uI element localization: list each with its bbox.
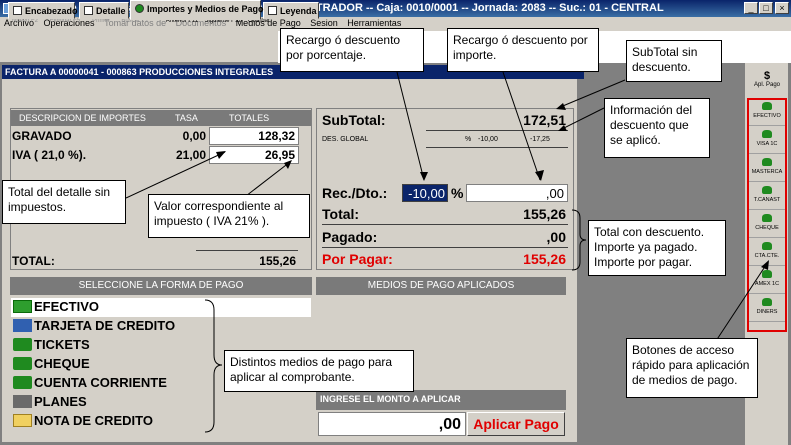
callout-total-desc: Total con descuento. Importe ya pagado. …	[588, 220, 726, 276]
money-icon	[762, 214, 772, 222]
list-icon	[84, 6, 93, 15]
gravado-total: 128,32	[209, 127, 299, 145]
col-totales: TOTALES	[229, 113, 270, 123]
form-icon	[13, 6, 22, 15]
porpagar-value: 155,26	[523, 251, 566, 267]
pagado-label: Pagado:	[322, 229, 378, 245]
money-icon	[135, 4, 144, 13]
des-importe-value: -17,25	[530, 136, 550, 143]
minimize-button[interactable]: _	[744, 2, 758, 14]
total-label-right: Total:	[322, 206, 360, 222]
money-icon	[762, 298, 772, 306]
callout-total-detalle: Total del detalle sin impuestos.	[2, 180, 126, 224]
tab-leyenda[interactable]: Leyenda	[263, 2, 319, 19]
gravado-label: GRAVADO	[12, 129, 72, 143]
money-icon	[762, 158, 772, 166]
total-label: TOTAL:	[12, 254, 55, 268]
pago-efectivo[interactable]: EFECTIVO	[13, 298, 99, 317]
aplicar-pago-button[interactable]: Aplicar Pago	[467, 412, 565, 436]
subtotal-value: 172,51	[523, 112, 566, 128]
des-line	[426, 147, 568, 148]
apl-pago-button[interactable]: $ Apl. Pago	[748, 70, 786, 96]
plans-icon	[13, 395, 32, 408]
money-icon	[762, 186, 772, 194]
porpagar-label: Por Pagar:	[322, 251, 393, 267]
recdto-label: Rec./Dto.:	[322, 185, 388, 201]
tab-encabezado[interactable]: Encabezado	[8, 2, 78, 19]
pagado-value: ,00	[546, 229, 566, 245]
callout-info-desc: Información del descuento que se aplicó.	[604, 98, 710, 158]
callout-medios: Distintos medios de pago para aplicar al…	[224, 350, 414, 392]
card-icon	[13, 319, 32, 332]
recdto-importe-input[interactable]: ,00	[466, 184, 568, 202]
maximize-button[interactable]: □	[759, 2, 773, 14]
callout-valor-iva: Valor correspondiente al impuesto ( IVA …	[148, 194, 310, 238]
total-value-right: 155,26	[523, 206, 566, 222]
ingrese-monto-label: INGRESE EL MONTO A APLICAR	[316, 390, 566, 410]
pct-sign: %	[451, 185, 464, 201]
quick-mastercard[interactable]: MASTERCA	[749, 156, 785, 182]
pagado-line	[322, 247, 568, 248]
money-icon	[762, 130, 772, 138]
tab-strip	[2, 79, 577, 99]
folder-icon	[13, 414, 32, 427]
des-pct-sign: %	[465, 136, 472, 143]
quick-diners[interactable]: DINERS	[749, 296, 785, 322]
quick-amex[interactable]: AMEX 1C	[749, 268, 785, 294]
money-icon	[762, 242, 772, 250]
money-icon	[762, 102, 772, 110]
pago-tickets[interactable]: TICKETS	[13, 336, 90, 355]
tab-detalle[interactable]: Detalle	[79, 2, 129, 19]
iva-total: 26,95	[209, 146, 299, 164]
pago-cheque[interactable]: CHEQUE	[13, 355, 90, 374]
des-global-label: DES. GLOBAL	[322, 136, 369, 143]
close-button[interactable]: ×	[775, 2, 789, 14]
quick-cta-cte[interactable]: CTA.CTE.	[749, 240, 785, 266]
cash-icon	[13, 300, 32, 313]
tickets-icon	[13, 338, 32, 351]
monto-input[interactable]: ,00	[318, 412, 466, 436]
medios-aplicados-header: MEDIOS DE PAGO APLICADOS	[316, 277, 566, 295]
iva-tasa: 21,00	[175, 148, 206, 162]
subtotal-line	[426, 130, 568, 131]
quick-visa[interactable]: VISA 1C	[749, 128, 785, 154]
money-icon	[762, 270, 772, 278]
col-descripcion: DESCRIPCION DE IMPORTES	[19, 113, 146, 123]
menu-herramientas[interactable]: Herramientas	[343, 17, 404, 28]
callout-subtotal: SubTotal sin descuento.	[626, 40, 722, 82]
formas-pago-header: SELECCIONE LA FORMA DE PAGO	[10, 277, 312, 295]
quick-cheque[interactable]: CHEQUE	[749, 212, 785, 238]
pago-tarjeta[interactable]: TARJETA DE CREDITO	[13, 317, 175, 336]
importes-header: DESCRIPCION DE IMPORTES TASA TOTALES	[11, 110, 311, 126]
subtotal-label: SubTotal:	[322, 112, 386, 128]
quick-efectivo[interactable]: EFECTIVO	[749, 100, 785, 126]
dollar-icon: $	[763, 70, 771, 82]
total-value: 155,26	[259, 254, 296, 268]
total-line-right	[322, 224, 568, 225]
total-line	[196, 250, 298, 251]
callout-recargo-imp: Recargo ó descuento por importe.	[447, 28, 599, 72]
toolbar	[0, 31, 278, 63]
recdto-pct-input[interactable]: -10,00	[402, 184, 448, 202]
gravado-tasa: 0,00	[182, 129, 206, 143]
pago-planes[interactable]: PLANES	[13, 393, 87, 412]
callout-botones: Botones de acceso rápido para aplicación…	[626, 338, 758, 398]
pago-cuenta-corriente[interactable]: CUENTA CORRIENTE	[13, 374, 167, 393]
quick-canasta[interactable]: T.CANAST	[749, 184, 785, 210]
pago-nota-credito[interactable]: NOTA DE CREDITO	[13, 412, 153, 431]
notes-icon	[268, 6, 277, 15]
cheque-icon	[13, 357, 32, 370]
tab-importes[interactable]: Importes y Medios de Pago	[130, 0, 264, 20]
account-icon	[13, 376, 32, 389]
des-pct-value: -10,00	[478, 136, 498, 143]
iva-label: IVA ( 21,0 %).	[12, 148, 87, 162]
callout-recargo-pct: Recargo ó descuento por porcentaje.	[280, 28, 424, 72]
col-tasa: TASA	[175, 113, 198, 123]
